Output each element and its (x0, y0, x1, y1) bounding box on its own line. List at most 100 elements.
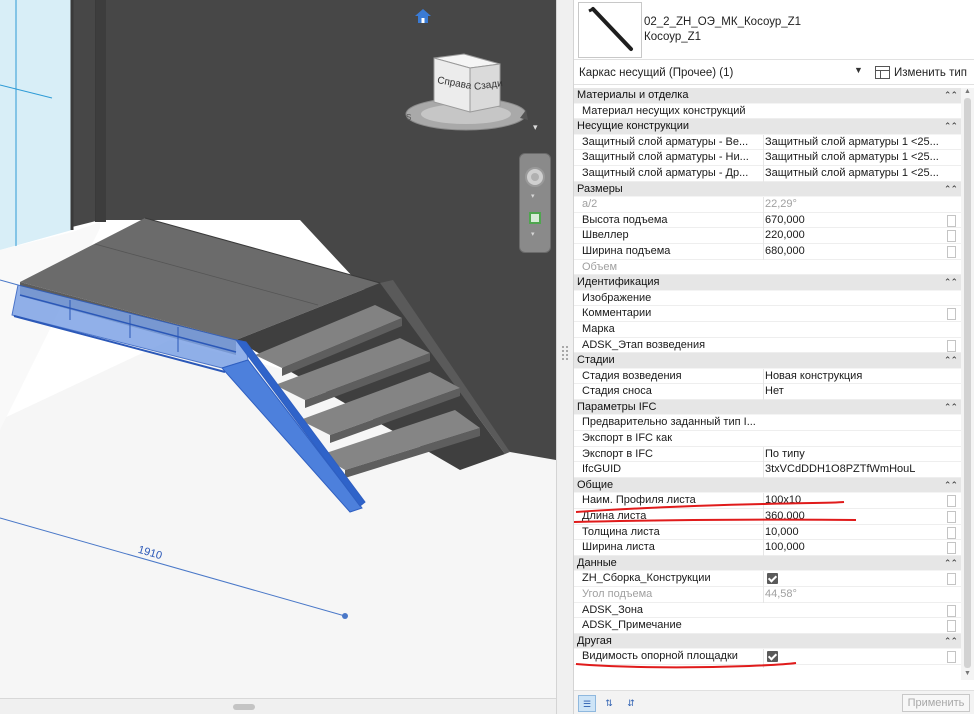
property-row[interactable]: Экспорт в IFC По типу (574, 446, 961, 463)
property-row[interactable]: Предварительно заданный тип I... (574, 415, 961, 432)
associate-parameter-button[interactable] (947, 230, 956, 243)
property-value[interactable]: 220,000 (763, 228, 945, 244)
collapse-icon[interactable]: ⌃⌃ (944, 182, 958, 198)
property-row[interactable]: Марка (574, 322, 961, 338)
property-row[interactable]: Толщина листа 10,000 (574, 524, 961, 541)
associate-parameter-button[interactable] (947, 620, 956, 633)
home-icon[interactable] (414, 8, 432, 24)
section-header[interactable]: Параметры IFC ⌃⌃ (574, 399, 961, 416)
associate-parameter-button[interactable] (947, 511, 956, 524)
property-value[interactable]: Новая конструкция (763, 368, 945, 385)
property-row[interactable]: a/2 22,29° (574, 197, 961, 213)
property-row[interactable]: Материал несущих конструкций (574, 104, 961, 120)
associate-parameter-button[interactable] (947, 651, 956, 664)
steering-wheel-icon[interactable] (525, 167, 545, 187)
type-selector[interactable]: 02_2_ZH_ОЭ_МК_Косоур_Z1 Косоур_Z1 (574, 0, 974, 60)
property-value[interactable]: Защитный слой арматуры 1 <25... (763, 165, 945, 182)
section-header[interactable]: Общие ⌃⌃ (574, 477, 961, 494)
zoom-icon[interactable] (529, 212, 541, 224)
checkbox[interactable] (767, 573, 778, 585)
collapse-icon[interactable]: ⌃⌃ (944, 353, 958, 369)
property-checkbox-cell[interactable] (763, 649, 945, 668)
category-filter-select[interactable]: Каркас несущий (Прочее) (1) (576, 63, 870, 83)
associate-parameter-button[interactable] (947, 526, 956, 539)
property-value[interactable]: По типу (763, 446, 945, 463)
property-row[interactable]: Наим. Профиля листа 100x10 (574, 493, 961, 510)
property-value[interactable]: Нет (763, 384, 945, 400)
sort-ascending-icon[interactable]: ⇅ (600, 695, 618, 712)
property-value[interactable]: 360,000 (763, 509, 945, 525)
associate-parameter-button[interactable] (947, 339, 956, 352)
property-row[interactable]: Высота подъема 670,000 (574, 212, 961, 229)
property-row[interactable]: Объем (574, 260, 961, 276)
horizontal-scrollbar[interactable] (0, 698, 556, 714)
section-header[interactable]: Материалы и отделка ⌃⌃ (574, 88, 961, 104)
associate-parameter-button[interactable] (947, 308, 956, 321)
collapse-icon[interactable]: ⌃⌃ (944, 88, 958, 104)
chevron-down-icon[interactable]: ▼ (854, 65, 863, 75)
navigation-bar[interactable]: ▾ ▾ (519, 153, 551, 253)
property-row[interactable]: ADSK_Примечание (574, 618, 961, 634)
3d-viewport[interactable]: 1910 S Справа Сзади ▾ ▾ ▾ (0, 0, 556, 714)
property-row[interactable]: Стадия возведения Новая конструкция (574, 368, 961, 385)
associate-parameter-button[interactable] (947, 604, 956, 617)
categorized-view-icon[interactable]: ☰ (578, 695, 596, 712)
section-header[interactable]: Размеры ⌃⌃ (574, 181, 961, 198)
section-header[interactable]: Идентификация ⌃⌃ (574, 275, 961, 291)
property-row[interactable]: ZH_Сборка_Конструкции (574, 571, 961, 590)
dropdown-icon[interactable]: ▾ (531, 192, 535, 200)
collapse-icon[interactable]: ⌃⌃ (944, 634, 958, 650)
property-row[interactable]: Комментарии (574, 306, 961, 322)
property-row[interactable]: Угол подъема 44,58° (574, 587, 961, 603)
property-value[interactable]: 100x10 (763, 493, 945, 510)
scroll-up-icon[interactable]: ▲ (964, 88, 971, 95)
property-row[interactable]: Стадия сноса Нет (574, 384, 961, 400)
sort-descending-icon[interactable]: ⇵ (622, 695, 640, 712)
section-header[interactable]: Стадии ⌃⌃ (574, 353, 961, 369)
scroll-down-icon[interactable]: ▼ (964, 670, 971, 677)
section-header[interactable]: Другая ⌃⌃ (574, 633, 961, 650)
dropdown-icon[interactable]: ▾ (531, 230, 535, 238)
associate-parameter-button[interactable] (947, 214, 956, 227)
view-cube[interactable]: S Справа Сзади (402, 50, 534, 134)
property-value[interactable]: 3txVCdDDH1O8PZTfWmHouL (763, 462, 945, 478)
scroll-thumb[interactable] (964, 98, 971, 668)
property-row[interactable]: Длина листа 360,000 (574, 509, 961, 525)
associate-parameter-button[interactable] (947, 573, 956, 586)
section-header[interactable]: Данные ⌃⌃ (574, 555, 961, 572)
associate-parameter-button[interactable] (947, 245, 956, 258)
properties-scrollbar[interactable]: ▲ ▼ (961, 88, 974, 680)
property-row[interactable]: Видимость опорной площадки (574, 649, 961, 668)
view-cube-menu-icon[interactable]: ▾ (533, 122, 538, 133)
property-row[interactable]: Ширина подъема 680,000 (574, 243, 961, 260)
properties-grid[interactable]: Материалы и отделка ⌃⌃ Материал несущих ко… (574, 88, 961, 668)
property-row[interactable]: Изображение (574, 291, 961, 307)
associate-parameter-button[interactable] (947, 495, 956, 508)
property-row[interactable]: Швеллер 220,000 (574, 228, 961, 244)
property-row[interactable]: ADSK_Зона (574, 603, 961, 619)
associate-parameter-button[interactable] (947, 542, 956, 555)
apply-button[interactable]: Применить (902, 694, 970, 712)
property-value[interactable]: Защитный слой арматуры 1 <25... (763, 134, 945, 151)
property-row[interactable]: Защитный слой арматуры - Ни... Защитный с… (574, 150, 961, 166)
collapse-icon[interactable]: ⌃⌃ (944, 275, 958, 291)
property-value[interactable]: 670,000 (763, 212, 945, 229)
property-value[interactable]: 100,000 (763, 540, 945, 556)
property-value[interactable]: 10,000 (763, 524, 945, 541)
section-header[interactable]: Несущие конструкции ⌃⌃ (574, 119, 961, 135)
scroll-thumb[interactable] (233, 704, 255, 710)
collapse-icon[interactable]: ⌃⌃ (944, 556, 958, 572)
property-value[interactable]: 680,000 (763, 243, 945, 260)
collapse-icon[interactable]: ⌃⌃ (944, 119, 958, 135)
collapse-icon[interactable]: ⌃⌃ (944, 400, 958, 416)
property-value[interactable]: Защитный слой арматуры 1 <25... (763, 150, 945, 166)
property-row[interactable]: Защитный слой арматуры - Др... Защитный с… (574, 165, 961, 182)
checkbox[interactable] (767, 651, 778, 663)
edit-type-button[interactable]: Изменить тип (872, 62, 972, 84)
property-row[interactable]: ADSK_Этап возведения (574, 338, 961, 354)
panel-splitter[interactable] (556, 0, 574, 714)
property-row[interactable]: Экспорт в IFC как (574, 431, 961, 447)
property-row[interactable]: IfcGUID 3txVCdDDH1O8PZTfWmHouL (574, 462, 961, 478)
property-row[interactable]: Защитный слой арматуры - Ве... Защитный с… (574, 134, 961, 151)
collapse-icon[interactable]: ⌃⌃ (944, 478, 958, 494)
